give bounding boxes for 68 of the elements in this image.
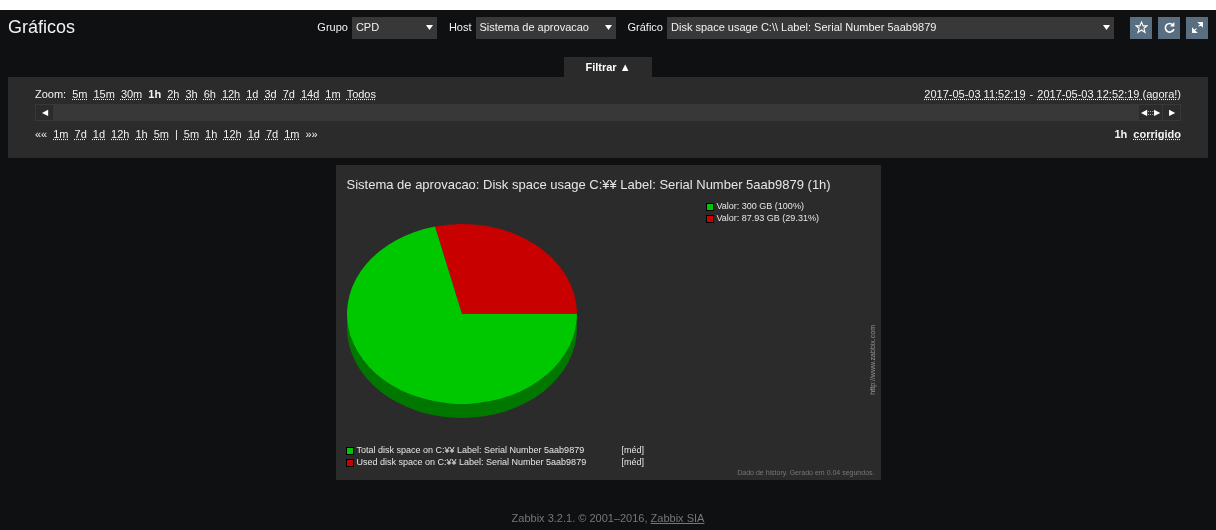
- filter-dropdown[interactable]: Disk space usage C:\\ Label: Serial Number 5aab9879: [667, 16, 1114, 39]
- navigation-link[interactable]: 7d: [74, 126, 87, 143]
- navigation-link[interactable]: 1d: [92, 126, 106, 143]
- navigation-link[interactable]: 1h: [205, 126, 218, 143]
- navigation-separator: »»: [305, 127, 318, 142]
- navigation-link[interactable]: 5m: [183, 126, 200, 143]
- refresh-button[interactable]: [1158, 16, 1180, 39]
- scroll-left-button[interactable]: ◀: [36, 105, 53, 120]
- footer-text: Zabbix 3.2.1. © 2001–2016,: [511, 512, 649, 524]
- zoom-option[interactable]: 14d: [301, 86, 320, 102]
- navigation-link[interactable]: 12h: [111, 126, 130, 143]
- refresh-icon: [1162, 21, 1176, 34]
- navigation-link[interactable]: 7d: [265, 126, 279, 143]
- filter-label: Gráfico: [627, 20, 663, 36]
- legend-function: [méd]: [621, 456, 644, 470]
- navigation-link[interactable]: 1d: [247, 126, 260, 143]
- period-from-link[interactable]: 2017-05-03 11:52:19: [924, 86, 1026, 102]
- zoom-option[interactable]: 7d: [282, 86, 295, 102]
- filter-dropdown[interactable]: Sistema de aprovacao: [475, 16, 616, 39]
- zoom-option[interactable]: 6h: [203, 86, 216, 102]
- timeline-scrollbar[interactable]: ◀ ◀:::▶ ▶: [35, 104, 1181, 121]
- zoom-option[interactable]: 3d: [264, 86, 277, 102]
- navigation-link[interactable]: 5m: [153, 126, 169, 143]
- period-separator: -: [1029, 87, 1034, 102]
- navigation-separator: ««: [35, 127, 48, 142]
- period-length: 1h: [1114, 127, 1128, 142]
- footer-link[interactable]: Zabbix SIA: [650, 512, 705, 524]
- zoom-option[interactable]: 1m: [325, 86, 341, 102]
- legend-label: Valor: 300 GB (100%): [716, 200, 804, 214]
- navigation-link[interactable]: 1h: [135, 126, 148, 143]
- navigation-link[interactable]: 1m: [53, 126, 69, 143]
- zoom-option[interactable]: 1d: [246, 86, 259, 102]
- zoom-option[interactable]: 30m: [120, 86, 143, 102]
- legend-label: Used disk space on C:¥¥ Label: Serial Number 5aab9879: [356, 456, 588, 470]
- navigation-link[interactable]: 12h: [223, 126, 242, 143]
- legend-function: [méd]: [621, 444, 644, 458]
- navigation-separator: |: [174, 127, 178, 142]
- zoom-option[interactable]: Todos: [346, 86, 376, 102]
- scroll-handle[interactable]: ◀:::▶: [1139, 105, 1162, 120]
- star-icon: [1134, 21, 1148, 34]
- fullscreen-button[interactable]: [1186, 16, 1208, 39]
- zoom-option[interactable]: 2h: [167, 86, 180, 102]
- filter-label: Host: [448, 20, 472, 36]
- zoom-option[interactable]: 1h: [148, 86, 162, 102]
- dropdown-value: CPD: [355, 20, 380, 36]
- dropdown-value: Sistema de aprovacao: [479, 20, 589, 36]
- zoom-option[interactable]: 15m: [93, 86, 115, 102]
- expand-icon: [1190, 21, 1204, 34]
- legend-label: Valor: 87.93 GB (29.31%): [716, 212, 819, 226]
- caret-icon: [1103, 25, 1110, 30]
- dropdown-value: Disk space usage C:\\ Label: Serial Number 5aab9879: [671, 20, 937, 36]
- scroll-right-button[interactable]: ▶: [1163, 105, 1180, 120]
- filter-label: Grupo: [317, 20, 348, 36]
- zoom-option[interactable]: 5m: [72, 86, 88, 102]
- zoom-option[interactable]: 3h: [185, 86, 198, 102]
- zoom-option[interactable]: 12h: [221, 86, 241, 102]
- caret-icon: [425, 25, 433, 30]
- page-title: Gráficos: [8, 16, 76, 39]
- legend-label: Total disk space on C:¥¥ Label: Serial Number 5aab9879: [356, 444, 586, 458]
- favourite-button[interactable]: [1130, 16, 1152, 39]
- navigation-link[interactable]: 1m: [284, 126, 300, 143]
- graph-title: Sistema de aprovacao: Disk space usage C:¥¥ Label: Serial Number 5aab9879 (1h): [346, 176, 831, 194]
- filter-dropdown[interactable]: CPD: [351, 16, 437, 39]
- period-to-link[interactable]: 2017-05-03 12:52:19 (agora!): [1037, 86, 1181, 102]
- period-mode-link[interactable]: corrigido: [1133, 126, 1181, 143]
- filter-tab[interactable]: Filtrar ▲: [564, 57, 652, 77]
- caret-icon: [604, 25, 612, 30]
- zoom-label: Zoom:: [35, 87, 67, 102]
